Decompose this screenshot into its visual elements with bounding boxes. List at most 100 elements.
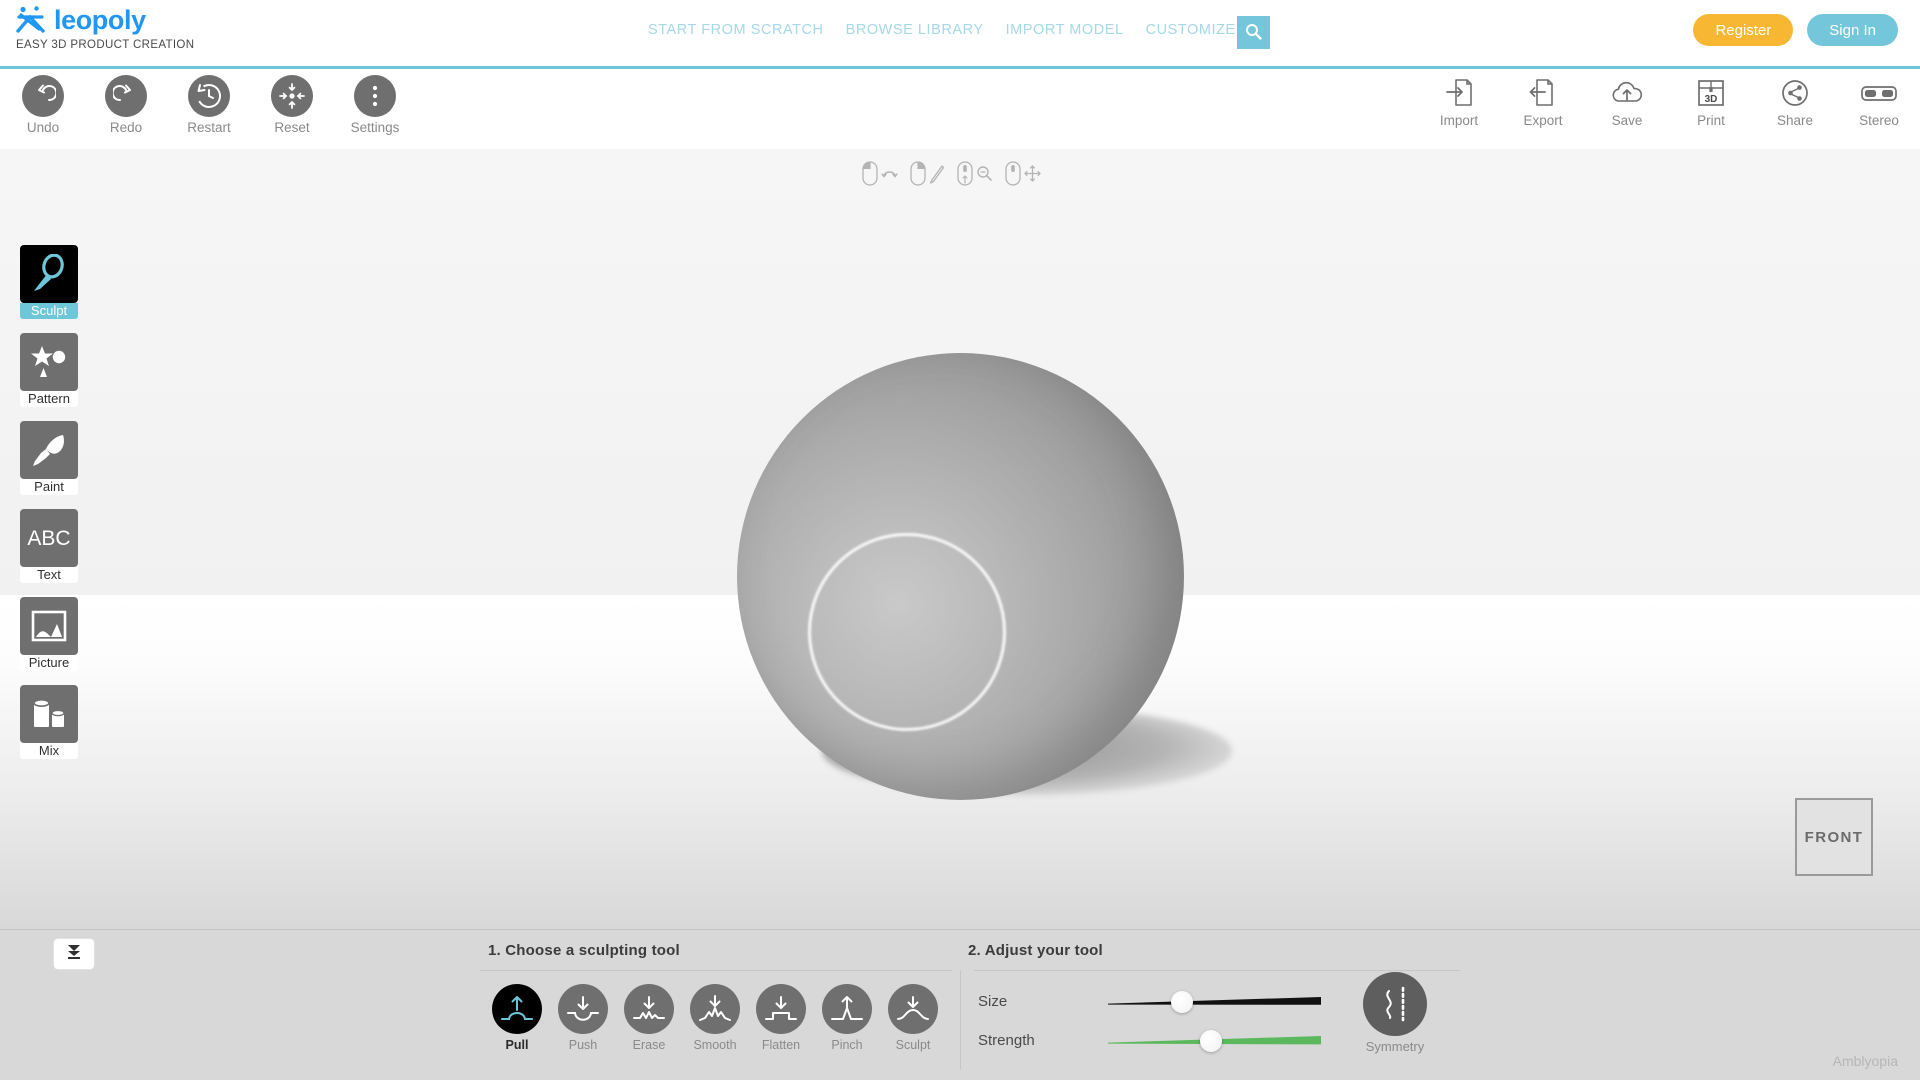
sidebar-item-mix[interactable]: Mix: [20, 685, 78, 759]
settings-button[interactable]: Settings: [342, 75, 408, 135]
pan-move-icon: [1024, 165, 1041, 187]
sculpt-tool-push-label: Push: [568, 1038, 598, 1052]
nav-browse-library[interactable]: BROWSE LIBRARY: [846, 22, 984, 38]
print-label: Print: [1697, 113, 1725, 128]
export-file-icon: [1529, 76, 1557, 110]
strength-slider[interactable]: [1108, 1029, 1321, 1053]
step2-title: 2. Adjust your tool: [968, 942, 1103, 959]
sculpt-tool-flatten[interactable]: Flatten: [756, 984, 806, 1052]
sculpt-tool-erase[interactable]: Erase: [624, 984, 674, 1052]
sculpting-tool-panel: 1. Choose a sculpting tool Pull Push Era…: [480, 930, 952, 1080]
sidebar-item-picture[interactable]: Picture: [20, 597, 78, 671]
mix-cylinders-icon: [20, 685, 78, 743]
step1-title: 1. Choose a sculpting tool: [488, 942, 680, 959]
settings-dots-icon: [354, 75, 396, 117]
reset-center-icon: [271, 75, 313, 117]
brush-ring-cursor: [808, 533, 1006, 731]
sculpt-tool-pull[interactable]: Pull: [492, 984, 542, 1052]
size-slider[interactable]: [1108, 990, 1321, 1014]
settings-label: Settings: [350, 120, 400, 135]
mouse-hint-zoom: [957, 161, 993, 191]
undo-button[interactable]: Undo: [10, 75, 76, 135]
sidebar-item-text[interactable]: ABC Text: [20, 509, 78, 583]
file-tool-group: Import Export Save 3D Print Share Stereo: [1432, 76, 1906, 128]
bottom-panel: 1. Choose a sculpting tool Pull Push Era…: [0, 929, 1920, 1080]
view-cube-label: FRONT: [1804, 828, 1864, 846]
restart-clock-icon: [188, 75, 230, 117]
push-down-arrow-dip-icon: [558, 984, 608, 1034]
picture-image-icon: [20, 597, 78, 655]
sculpt-tools-row: Pull Push Erase Smooth Flatten Pinch Scu…: [492, 984, 938, 1052]
sculpt-tool-icon: [20, 245, 78, 303]
undo-arrow-icon: [22, 75, 64, 117]
sidebar-item-paint[interactable]: Paint: [20, 421, 78, 495]
sculpt-tool-push[interactable]: Push: [558, 984, 608, 1052]
sidebar-label-text: Text: [20, 567, 78, 583]
leopoly-figure-icon: [14, 5, 47, 35]
signin-button[interactable]: Sign In: [1807, 14, 1898, 46]
redo-button[interactable]: Redo: [93, 75, 159, 135]
main-nav: START FROM SCRATCH BROWSE LIBRARY IMPORT…: [648, 22, 1257, 38]
pencil-draw-icon: [929, 164, 945, 189]
site-header: leopoly EASY 3D PRODUCT CREATION START F…: [0, 0, 1920, 66]
nav-start-from-scratch[interactable]: START FROM SCRATCH: [648, 22, 824, 38]
pattern-shapes-icon: [20, 333, 78, 391]
flatten-down-arrow-plateau-icon: [756, 984, 806, 1034]
panel-a-divider: [480, 970, 952, 971]
rotate-icon: [881, 165, 898, 187]
sidebar-item-sculpt[interactable]: Sculpt: [20, 245, 78, 319]
stereo-label: Stereo: [1859, 113, 1899, 128]
symmetry-mirror-icon: [1363, 972, 1427, 1036]
sculpt-tool-flatten-label: Flatten: [761, 1038, 801, 1052]
smooth-down-arrow-peaks-icon: [690, 984, 740, 1034]
sculpt-tool-smooth[interactable]: Smooth: [690, 984, 740, 1052]
strength-slider-knob[interactable]: [1199, 1029, 1222, 1052]
sculpt-tool-smooth-label: Smooth: [693, 1038, 737, 1052]
export-button[interactable]: Export: [1516, 76, 1570, 128]
search-icon: [1245, 23, 1262, 43]
search-button[interactable]: [1237, 16, 1270, 49]
mouse-hints-group: [862, 161, 1041, 191]
share-button[interactable]: Share: [1768, 76, 1822, 128]
sculpt-tool-pinch[interactable]: Pinch: [822, 984, 872, 1052]
pull-up-arrow-bump-icon: [492, 984, 542, 1034]
reset-button[interactable]: Reset: [259, 75, 325, 135]
view-cube[interactable]: FRONT: [1795, 798, 1873, 876]
erase-down-arrow-ripple-icon: [624, 984, 674, 1034]
zoom-magnifier-icon: [976, 165, 993, 187]
sidebar-label-pattern: Pattern: [20, 391, 78, 407]
mouse-hint-draw: [910, 161, 945, 191]
svg-text:ABC: ABC: [27, 527, 70, 550]
size-slider-knob[interactable]: [1171, 990, 1194, 1013]
collapse-panel-button[interactable]: [53, 938, 95, 970]
svg-text:3D: 3D: [1705, 94, 1718, 105]
print-button[interactable]: 3D Print: [1684, 76, 1738, 128]
editor-toolbar: Undo Redo Restart Reset Settings Import …: [0, 69, 1920, 186]
brand-name: leopoly: [54, 5, 146, 35]
save-label: Save: [1611, 113, 1643, 128]
import-button[interactable]: Import: [1432, 76, 1486, 128]
3d-viewport[interactable]: FRONT: [0, 149, 1920, 929]
mouse-hint-pan: [1005, 161, 1041, 191]
export-label: Export: [1523, 113, 1563, 128]
undo-label: Undo: [26, 120, 60, 135]
save-button[interactable]: Save: [1600, 76, 1654, 128]
sculpt-tool-sculpt[interactable]: Sculpt: [888, 984, 938, 1052]
stereo-button[interactable]: Stereo: [1852, 76, 1906, 128]
mode-sidebar: Sculpt Pattern Paint ABC Text Picture Mi…: [20, 245, 78, 773]
share-label: Share: [1776, 113, 1814, 128]
mouse-scroll-wheel-icon: [957, 161, 973, 191]
sidebar-item-pattern[interactable]: Pattern: [20, 333, 78, 407]
app-root: leopoly EASY 3D PRODUCT CREATION START F…: [0, 0, 1920, 1080]
redo-label: Redo: [109, 120, 143, 135]
mouse-middle-button-icon: [1005, 161, 1021, 191]
reset-label: Reset: [274, 120, 310, 135]
nav-import-model[interactable]: IMPORT MODEL: [1006, 22, 1124, 38]
symmetry-button[interactable]: Symmetry: [1363, 972, 1427, 1054]
cloud-upload-icon: [1610, 76, 1644, 110]
sculpt-tool-sculpt-label: Sculpt: [895, 1038, 931, 1052]
restart-button[interactable]: Restart: [176, 75, 242, 135]
brand-logo[interactable]: leopoly EASY 3D PRODUCT CREATION: [14, 5, 334, 51]
register-button[interactable]: Register: [1693, 14, 1794, 46]
symmetry-label: Symmetry: [1365, 1039, 1425, 1054]
